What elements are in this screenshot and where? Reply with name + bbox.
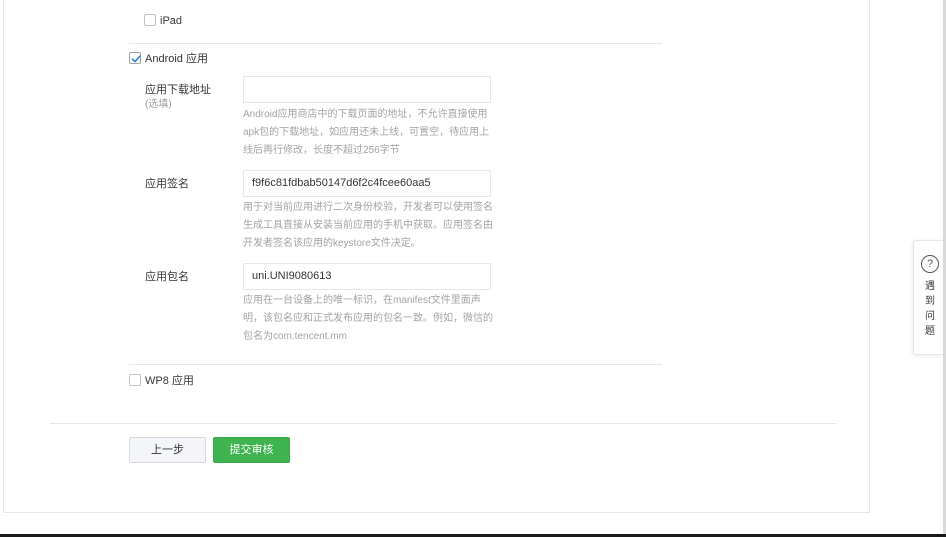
submit-review-button[interactable]: 提交审核	[213, 437, 290, 463]
section-divider-top	[129, 43, 662, 44]
android-checkbox[interactable]	[129, 52, 141, 64]
signature-label: 应用签名	[145, 178, 189, 190]
section-divider-bottom	[129, 364, 662, 365]
ipad-label[interactable]: iPad	[160, 14, 182, 28]
package-name-hint: 应用在一台设备上的唯一标识，在manifest文件里面声明，该包名应和正式发布应…	[243, 295, 493, 342]
package-name-input[interactable]: uni.UNI9080613	[243, 263, 491, 290]
footer-divider	[50, 423, 837, 424]
help-text: 遇到问题	[925, 281, 935, 337]
download-url-optional: (选填)	[145, 99, 172, 110]
signature-input[interactable]: f9f6c81fdbab50147d6f2c4fcee60aa5	[243, 170, 491, 197]
download-url-label: 应用下载地址	[145, 84, 211, 96]
wp8-label[interactable]: WP8 应用	[145, 374, 194, 388]
download-url-input[interactable]	[243, 76, 491, 103]
wp8-checkbox[interactable]	[129, 374, 141, 386]
signature-hint: 用于对当前应用进行二次身份校验，开发者可以使用签名生成工具直接从安装当前应用的手…	[243, 202, 493, 249]
download-url-hint: Android应用商店中的下载页面的地址，不允许直接使用apk包的下载地址，如应…	[243, 109, 490, 156]
package-name-label: 应用包名	[145, 271, 189, 283]
help-float-widget[interactable]: ? 遇到问题	[913, 240, 945, 355]
ipad-checkbox[interactable]	[144, 14, 156, 26]
android-label[interactable]: Android 应用	[145, 52, 208, 66]
check-icon	[131, 55, 141, 63]
question-icon: ?	[921, 255, 939, 273]
prev-step-button[interactable]: 上一步	[129, 437, 206, 463]
